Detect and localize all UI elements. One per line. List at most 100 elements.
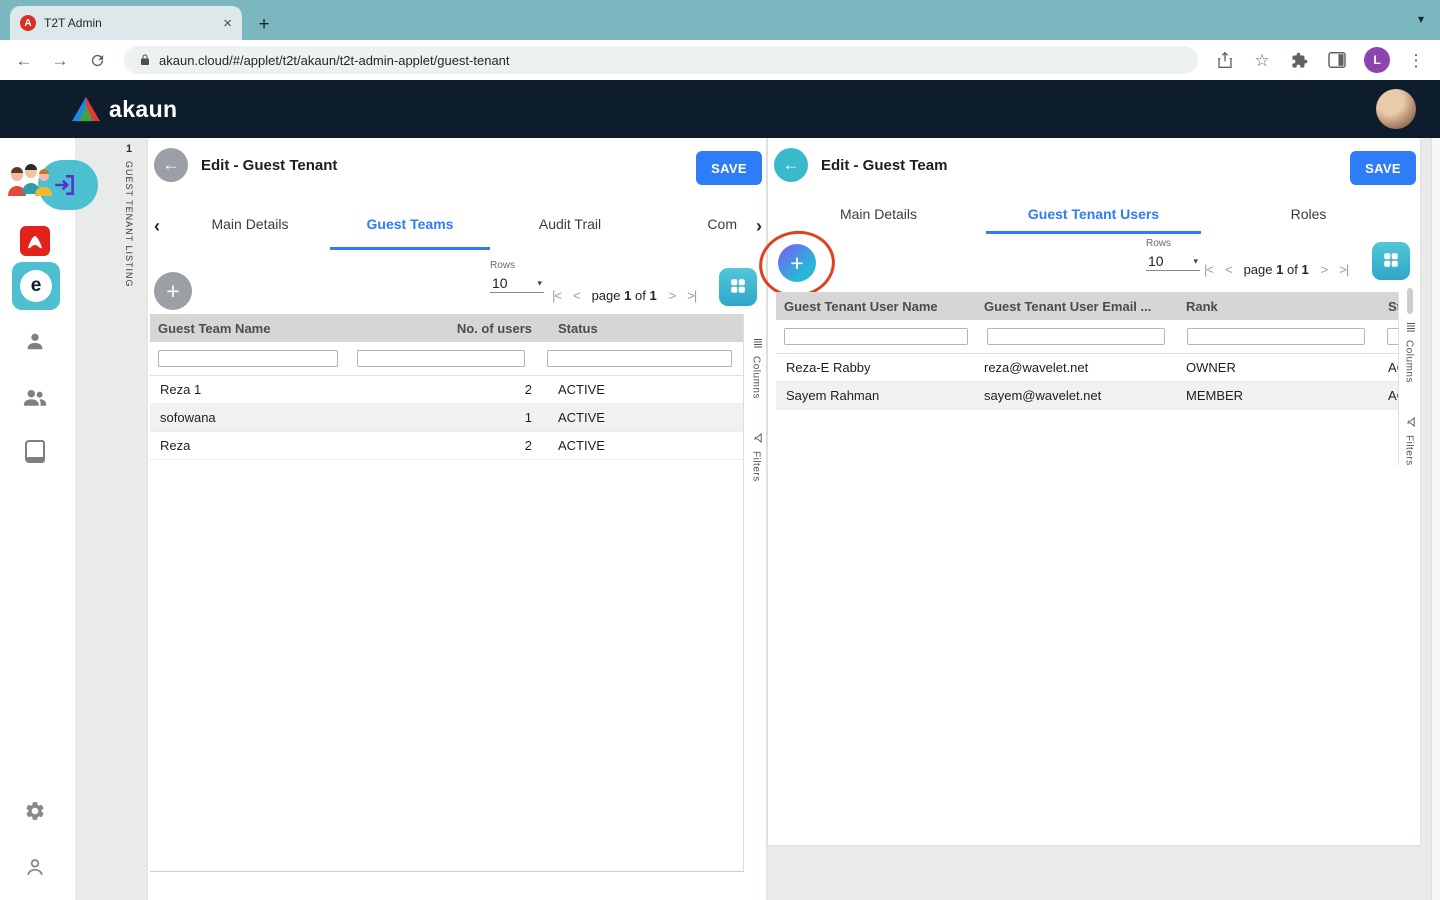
cell-users: 2 — [346, 382, 536, 397]
col-header-rank[interactable]: Rank — [1176, 299, 1376, 314]
new-tab-button[interactable]: + — [250, 10, 278, 40]
tabs-scroll-left-icon[interactable]: ‹ — [154, 216, 160, 237]
filters-label: Filters — [1404, 435, 1415, 466]
page-word: page — [1244, 262, 1273, 277]
tab-guest-teams[interactable]: Guest Teams — [330, 202, 490, 250]
table-filter-row — [150, 342, 743, 376]
share-icon[interactable] — [1214, 51, 1236, 69]
sidebar-item-red-app[interactable] — [20, 226, 50, 261]
first-page-icon[interactable]: |< — [552, 288, 561, 303]
cell-user-name: Sayem Rahman — [776, 388, 976, 403]
prev-page-icon[interactable]: < — [1225, 262, 1232, 277]
cell-status: ACTIVE — [536, 438, 743, 453]
guest-team-panel: ← Edit - Guest Team SAVE Main Details Gu… — [768, 138, 1420, 845]
rows-per-page-select[interactable]: Rows 10 ▾ — [490, 260, 544, 293]
sidebar-item-journal[interactable] — [25, 440, 45, 468]
forward-icon[interactable]: → — [50, 52, 70, 69]
gear-icon — [24, 809, 46, 826]
last-page-icon[interactable]: >| — [687, 288, 696, 303]
tab-strip-chevron-icon[interactable]: ▾ — [1418, 12, 1424, 26]
of-word: of — [635, 288, 646, 303]
akaun-logo[interactable]: akaun — [70, 95, 177, 123]
lock-icon — [138, 53, 151, 67]
tab-main-details[interactable]: Main Details — [771, 196, 986, 234]
grid-view-button[interactable] — [1372, 242, 1410, 280]
filters-rail-button[interactable]: Filters — [1404, 413, 1415, 466]
filter-input-status[interactable] — [547, 350, 732, 367]
col-header-status[interactable]: Status — [536, 321, 743, 336]
extensions-puzzle-icon[interactable] — [1288, 52, 1310, 69]
col-header-user-name[interactable]: Guest Tenant User Name — [776, 299, 976, 314]
table-row[interactable]: Sayem Rahman sayem@wavelet.net MEMBER AC… — [776, 382, 1398, 410]
tab-favicon-icon: A — [20, 15, 36, 31]
sidebar-item-guest-tenant[interactable] — [4, 156, 98, 214]
page-scrollbar[interactable] — [1431, 138, 1440, 900]
tab-roles[interactable]: Roles — [1201, 196, 1416, 234]
back-button[interactable]: ← — [154, 148, 188, 182]
filter-input-rank[interactable] — [1187, 328, 1365, 345]
last-page-icon[interactable]: >| — [1339, 262, 1348, 277]
tab-close-icon[interactable]: × — [223, 15, 232, 32]
grid-icon — [1382, 251, 1400, 272]
columns-rail-button[interactable]: Columns — [1403, 318, 1415, 383]
filter-funnel-icon — [747, 432, 765, 443]
columns-rail-button[interactable]: Columns — [750, 334, 762, 399]
listing-label: GUEST TENANT LISTING — [124, 161, 134, 288]
tab-company[interactable]: Compa — [650, 202, 738, 250]
col-header-user-email[interactable]: Guest Tenant User Email ... — [976, 299, 1176, 314]
url-box[interactable]: akaun.cloud/#/applet/t2t/akaun/t2t-admin… — [124, 46, 1198, 74]
user-avatar[interactable] — [1376, 89, 1416, 129]
browser-profile-avatar[interactable]: L — [1364, 47, 1390, 73]
side-panel-icon[interactable] — [1326, 52, 1348, 68]
columns-icon — [747, 337, 765, 349]
col-header-guest-team-name[interactable]: Guest Team Name — [150, 321, 346, 336]
prev-page-icon[interactable]: < — [573, 288, 580, 303]
grid-view-button[interactable] — [719, 268, 757, 306]
first-page-icon[interactable]: |< — [1204, 262, 1213, 277]
cell-rank: OWNER — [1176, 360, 1376, 375]
e-logo-icon: e — [20, 270, 52, 302]
tab-main-details[interactable]: Main Details — [170, 202, 330, 250]
filter-input-guest-team-name[interactable] — [158, 350, 338, 367]
rows-per-page-select[interactable]: Rows 10 ▾ — [1146, 238, 1200, 271]
tab-guest-tenant-users[interactable]: Guest Tenant Users — [986, 196, 1201, 234]
filter-input-status[interactable] — [1387, 328, 1398, 345]
save-button[interactable]: SAVE — [696, 151, 762, 185]
reload-icon[interactable] — [86, 52, 108, 69]
filters-rail-button[interactable]: Filters — [751, 429, 762, 482]
back-button[interactable]: ← — [774, 148, 808, 182]
bookmark-star-icon[interactable]: ☆ — [1252, 52, 1272, 69]
sidebar-item-users[interactable] — [22, 386, 48, 412]
sidebar-item-e-applet[interactable]: e — [12, 262, 60, 310]
table-row[interactable]: Reza 2 ACTIVE — [150, 432, 743, 460]
sidebar-item-settings[interactable] — [24, 800, 46, 827]
next-page-icon[interactable]: > — [669, 288, 676, 303]
table-row[interactable]: Reza 1 2 ACTIVE — [150, 376, 743, 404]
table-row[interactable]: Reza-E Rabby reza@wavelet.net OWNER ACTI… — [776, 354, 1398, 382]
page-number: 1 — [624, 288, 631, 303]
filter-input-user-name[interactable] — [784, 328, 968, 345]
col-header-no-of-users[interactable]: No. of users — [346, 321, 536, 336]
cell-user-name: Reza-E Rabby — [776, 360, 976, 375]
next-page-icon[interactable]: > — [1321, 262, 1328, 277]
back-icon[interactable]: ← — [14, 52, 34, 69]
sidebar-item-user[interactable] — [24, 330, 46, 357]
add-guest-tenant-user-button[interactable]: + — [778, 244, 816, 282]
tabs-scroll-right-icon[interactable]: › — [756, 216, 762, 237]
red-app-icon — [20, 243, 50, 260]
filter-input-no-of-users[interactable] — [357, 350, 525, 367]
filter-input-user-email[interactable] — [987, 328, 1165, 345]
col-header-status[interactable]: Status — [1376, 299, 1398, 314]
browser-menu-icon[interactable]: ⋮ — [1406, 52, 1426, 69]
tab-audit-trail[interactable]: Audit Trail — [490, 202, 650, 250]
sidebar-item-profile[interactable] — [24, 856, 46, 883]
book-icon — [25, 450, 45, 467]
panel-scrollbar-thumb[interactable] — [1407, 288, 1413, 314]
listing-rail[interactable]: 1 GUEST TENANT LISTING — [119, 143, 139, 288]
table-row[interactable]: sofowana 1 ACTIVE — [150, 404, 743, 432]
add-guest-team-button[interactable]: + — [154, 272, 192, 310]
people-group-color-icon — [4, 162, 56, 209]
guest-tenant-panel: ← Edit - Guest Tenant SAVE ‹ Main Detail… — [148, 138, 766, 900]
save-button[interactable]: SAVE — [1350, 151, 1416, 185]
browser-tab[interactable]: A T2T Admin × — [10, 6, 242, 40]
